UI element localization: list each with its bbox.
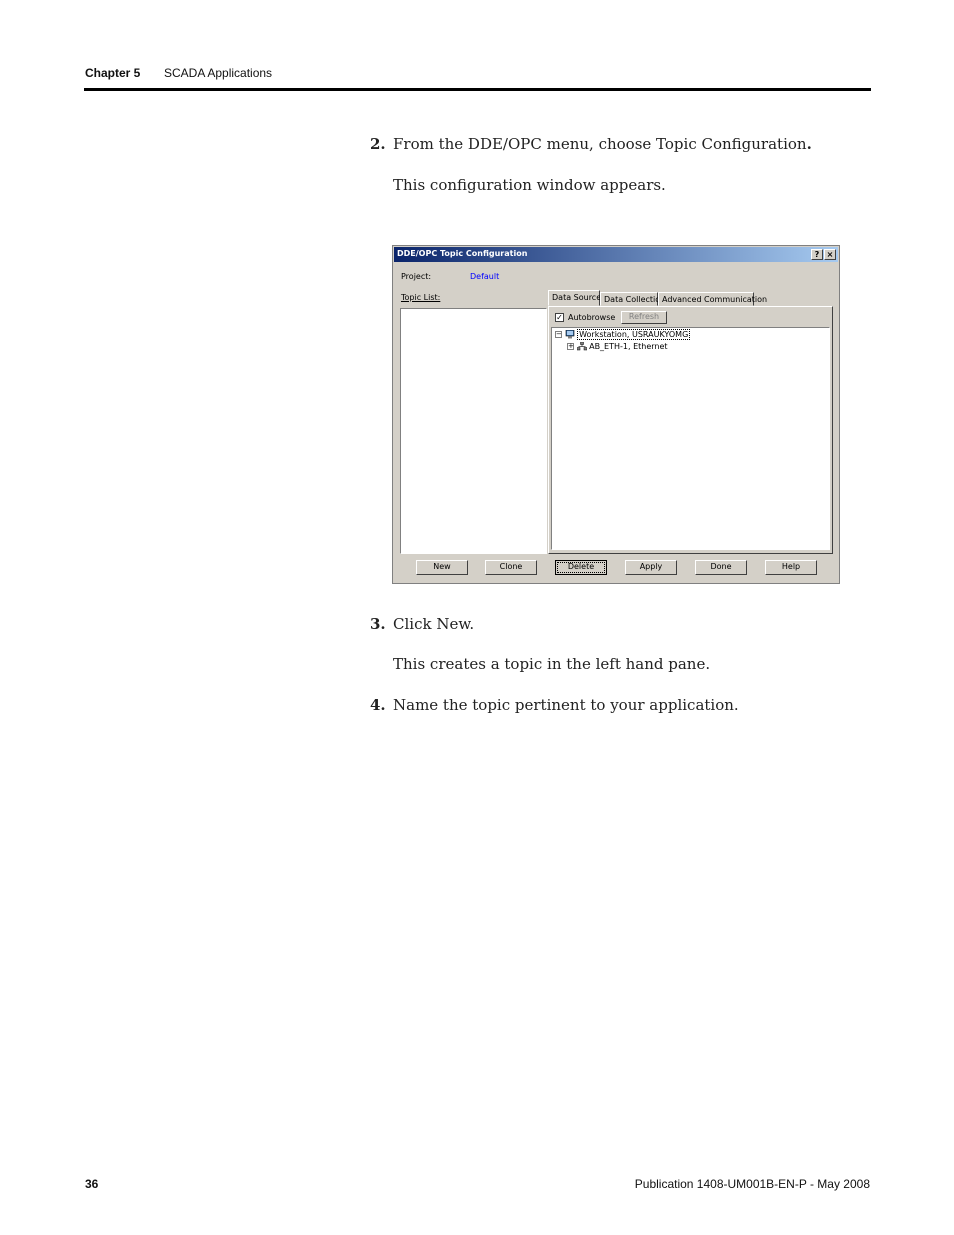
page-number: 36 [85, 1177, 99, 1191]
tree-node-ethernet[interactable]: + AB_ETH-1, Ethernet [567, 342, 668, 351]
topic-list[interactable] [400, 308, 547, 554]
step-4: 4. Name the topic pertinent to your appli… [370, 696, 739, 714]
data-source-tree[interactable]: − Workstation, USRAUKYOMG + AB_ETH-1, Et… [551, 327, 830, 550]
autobrowse-checkbox[interactable]: ✓ [555, 313, 564, 322]
network-icon [576, 342, 587, 351]
chapter-label: Chapter 5 [85, 66, 141, 80]
publication-info: Publication 1408-UM001B-EN-P - May 2008 [634, 1177, 870, 1191]
autobrowse-label: Autobrowse [568, 313, 616, 322]
delete-button[interactable]: Delete [555, 560, 607, 575]
step-period: . [806, 135, 812, 153]
collapse-icon[interactable]: − [555, 331, 562, 338]
tab-data-source[interactable]: Data Source [548, 290, 601, 306]
step-text: Name the topic pertinent to your applica… [393, 696, 739, 714]
step-number: 2. [370, 135, 386, 153]
tree-node-workstation[interactable]: − Workstation, USRAUKYOMG [555, 329, 691, 340]
step-2: 2. From the DDE/OPC menu, choose Topic Co… [370, 135, 812, 153]
project-value: Default [470, 272, 500, 281]
help-title-button[interactable]: ? [811, 249, 823, 260]
step-number: 4. [370, 696, 386, 714]
close-button[interactable]: × [824, 249, 836, 260]
running-header: Chapter 5 SCADA Applications [85, 66, 272, 80]
clone-button[interactable]: Clone [485, 560, 537, 575]
tab-advanced-communication[interactable]: Advanced Communication [658, 292, 767, 306]
project-label: Project: [401, 272, 432, 281]
refresh-button[interactable]: Refresh [621, 311, 667, 324]
data-source-panel: ✓ Autobrowse Refresh − Workstation, USRA… [548, 306, 833, 554]
help-button[interactable]: Help [765, 560, 817, 575]
expand-icon[interactable]: + [567, 343, 574, 350]
apply-button[interactable]: Apply [625, 560, 677, 575]
step-number: 3. [370, 615, 386, 633]
section-title: SCADA Applications [164, 66, 273, 80]
topic-list-label: Topic List: [401, 293, 441, 302]
step-3-result: This creates a topic in the left hand pa… [393, 655, 711, 673]
dialog-title: DDE/OPC Topic Configuration [397, 249, 528, 258]
tree-node-workstation-label: Workstation, USRAUKYOMG [577, 329, 691, 340]
tree-node-ethernet-label: AB_ETH-1, Ethernet [589, 342, 668, 351]
header-rule [84, 88, 871, 91]
tab-data-collection[interactable]: Data Collection [600, 292, 665, 306]
topic-configuration-dialog: DDE/OPC Topic Configuration ? × Project:… [392, 245, 840, 584]
step-text: From the DDE/OPC menu, choose Topic Conf… [393, 135, 807, 153]
new-button[interactable]: New [416, 560, 468, 575]
step-3: 3. Click New. [370, 615, 474, 633]
done-button[interactable]: Done [695, 560, 747, 575]
dialog-titlebar[interactable]: DDE/OPC Topic Configuration ? × [394, 247, 838, 262]
step-text: Click New. [393, 615, 475, 633]
workstation-icon [565, 330, 574, 339]
step-2-result: This configuration window appears. [393, 176, 666, 194]
